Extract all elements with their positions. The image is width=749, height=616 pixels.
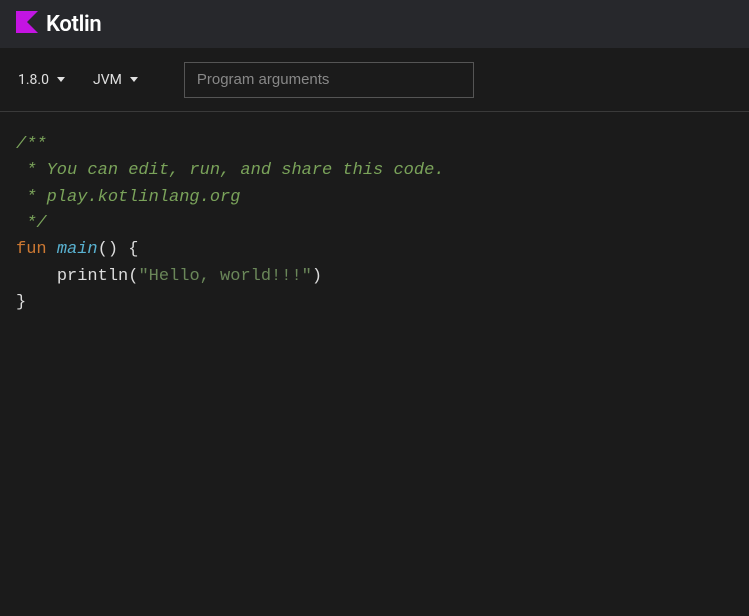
code-line: * You can edit, run, and share this code…: [16, 158, 733, 184]
brand-logo: Kotlin: [16, 11, 101, 37]
code-editor[interactable]: /** * You can edit, run, and share this …: [0, 112, 749, 336]
code-line: println("Hello, world!!!"): [16, 264, 733, 290]
toolbar: 1.8.0 JVM: [0, 48, 749, 112]
code-line: */: [16, 211, 733, 237]
code-line: }: [16, 290, 733, 316]
caret-down-icon: [57, 77, 65, 82]
target-dropdown[interactable]: JVM: [91, 68, 140, 92]
version-label: 1.8.0: [18, 72, 49, 88]
program-arguments-input[interactable]: [184, 62, 474, 98]
caret-down-icon: [130, 77, 138, 82]
target-label: JVM: [93, 72, 122, 88]
app-header: Kotlin: [0, 0, 749, 48]
brand-name: Kotlin: [46, 12, 101, 37]
kotlin-logo-icon: [16, 11, 38, 37]
code-line: /**: [16, 132, 733, 158]
code-line: fun main() {: [16, 237, 733, 263]
version-dropdown[interactable]: 1.8.0: [16, 68, 67, 92]
code-line: * play.kotlinlang.org: [16, 185, 733, 211]
